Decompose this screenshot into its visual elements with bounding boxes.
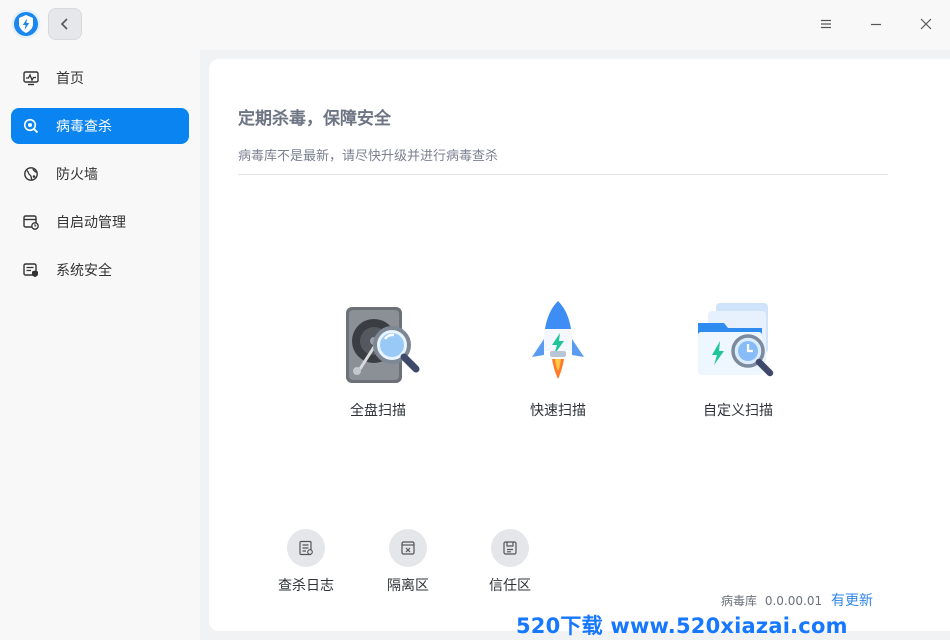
full-scan-button[interactable]: 全盘扫描: [308, 299, 448, 420]
sidebar-item-label: 自启动管理: [56, 215, 126, 231]
log-icon: [299, 540, 313, 556]
trust-zone-button[interactable]: 信任区: [470, 529, 550, 595]
sidebar-item-system-security[interactable]: 系统安全: [11, 252, 189, 288]
hard-disk-magnifier-icon: [346, 307, 420, 383]
virus-db-warning: 病毒库不是最新，请尽快升级并进行病毒查杀: [238, 149, 499, 164]
minimize-button[interactable]: [864, 12, 888, 36]
sidebar-item-home[interactable]: 首页: [11, 60, 189, 96]
firewall-globe-icon: [23, 166, 39, 182]
update-link[interactable]: 有更新: [831, 590, 873, 610]
tool-label: 隔离区: [387, 578, 429, 594]
chevron-left-icon: [60, 18, 68, 30]
app-shield-logo-icon: [11, 9, 41, 39]
divider: [238, 174, 888, 175]
scan-option-label: 快速扫描: [530, 403, 586, 419]
db-version: 0.0.00.01: [764, 594, 823, 608]
page-headline: 定期杀毒，保障安全: [238, 109, 391, 129]
back-button[interactable]: [48, 8, 82, 40]
quick-scan-button[interactable]: 快速扫描: [488, 299, 628, 420]
quarantine-icon: [401, 541, 415, 555]
sidebar-item-label: 防火墙: [56, 167, 98, 183]
close-button[interactable]: [914, 12, 938, 36]
sidebar-item-label: 病毒查杀: [56, 119, 112, 135]
scan-log-button[interactable]: 查杀日志: [266, 529, 346, 595]
hamburger-icon: [821, 19, 831, 29]
title-bar: [0, 0, 950, 50]
watermark: 520下载 www.520xiazai.com: [516, 614, 848, 638]
sidebar-item-startup-manager[interactable]: 自启动管理: [11, 204, 189, 240]
rocket-icon: [532, 301, 584, 379]
tool-label: 查杀日志: [278, 578, 334, 594]
db-label: 病毒库: [721, 594, 758, 608]
menu-button[interactable]: [814, 12, 838, 36]
sidebar: 首页 病毒查杀 防火墙 自启动管理 系统安全: [0, 50, 200, 640]
trust-icon: [503, 541, 517, 555]
sidebar-item-label: 首页: [56, 71, 84, 87]
folder-magnifier-icon: [698, 303, 774, 377]
sidebar-item-virus-scan[interactable]: 病毒查杀: [11, 108, 189, 144]
system-security-icon: [23, 262, 39, 278]
virus-scan-icon: [23, 118, 39, 134]
scan-option-label: 全盘扫描: [350, 403, 406, 419]
scan-option-label: 自定义扫描: [703, 403, 773, 419]
startup-manager-icon: [23, 214, 39, 230]
main-panel: 定期杀毒，保障安全 病毒库不是最新，请尽快升级并进行病毒查杀 全盘扫描 快速扫描…: [209, 59, 950, 631]
close-icon: [920, 18, 932, 30]
pulse-monitor-icon: [23, 70, 39, 86]
custom-scan-button[interactable]: 自定义扫描: [668, 299, 808, 420]
sidebar-item-label: 系统安全: [56, 263, 112, 279]
minimize-icon: [871, 23, 881, 26]
sidebar-item-firewall[interactable]: 防火墙: [11, 156, 189, 192]
tool-label: 信任区: [489, 578, 531, 594]
quarantine-button[interactable]: 隔离区: [368, 529, 448, 595]
virus-db-version: 病毒库 0.0.00.01: [721, 592, 822, 609]
